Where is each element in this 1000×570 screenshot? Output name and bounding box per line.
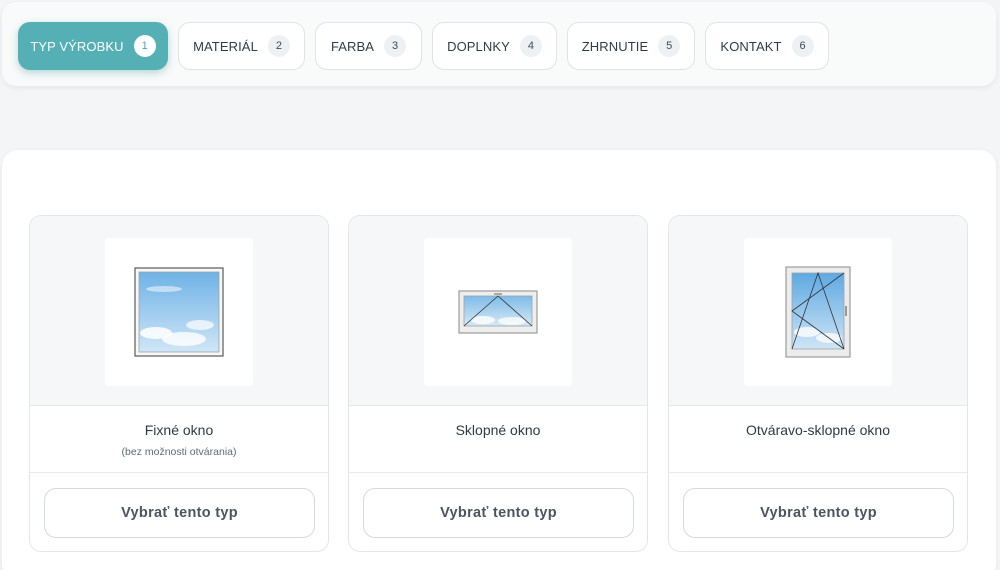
step-label: MATERIÁL [193,38,258,54]
card-divider [30,472,328,473]
card-image-frame [744,238,892,386]
card-divider [349,472,647,473]
step-number: 5 [658,35,681,57]
select-type-button[interactable]: Vybrať tento typ [44,488,315,538]
step-label: TYP VÝROBKU [30,38,124,54]
step-accessories[interactable]: DOPLNKY 4 [432,22,557,70]
step-material[interactable]: MATERIÁL 2 [178,22,305,70]
card-image-area [30,216,328,406]
card-subtitle: (bez možnosti otvárania) [121,446,237,458]
step-navigation: TYP VÝROBKU 1 MATERIÁL 2 FARBA 3 DOPLNKY… [2,2,996,86]
step-label: DOPLNKY [447,38,510,54]
tilt-window-icon [458,290,538,334]
step-label: FARBA [330,38,375,54]
step-label: ZHRNUTIE [581,38,649,54]
card-title: Otváravo-sklopné okno [746,422,890,438]
card-image-frame [105,238,253,386]
product-card-fixed: Fixné okno (bez možnosti otvárania) Vybr… [29,215,329,552]
step-number: 6 [791,35,814,57]
step-number: 1 [133,35,156,57]
step-label: KONTAKT [720,38,782,54]
card-image-area [669,216,967,406]
card-divider [669,472,967,473]
step-color[interactable]: FARBA 3 [315,22,422,70]
product-card-tilt: Sklopné okno Vybrať tento typ [348,215,648,552]
step-product-type[interactable]: TYP VÝROBKU 1 [18,22,168,70]
card-image-area [349,216,647,406]
select-type-button[interactable]: Vybrať tento typ [683,488,954,538]
card-image-frame [424,238,572,386]
step-contact[interactable]: KONTAKT 6 [705,22,829,70]
step-summary[interactable]: ZHRNUTIE 5 [567,22,695,70]
step-number: 4 [519,35,542,57]
product-card-tilt-turn: Otváravo-sklopné okno Vybrať tento typ [668,215,968,552]
card-title: Sklopné okno [455,422,541,438]
tilt-turn-window-icon [785,266,851,358]
step-number: 3 [384,35,407,57]
fixed-window-icon [134,267,224,357]
step-number: 2 [267,35,290,57]
card-title: Fixné okno [144,422,214,438]
select-type-button[interactable]: Vybrať tento typ [363,488,634,538]
